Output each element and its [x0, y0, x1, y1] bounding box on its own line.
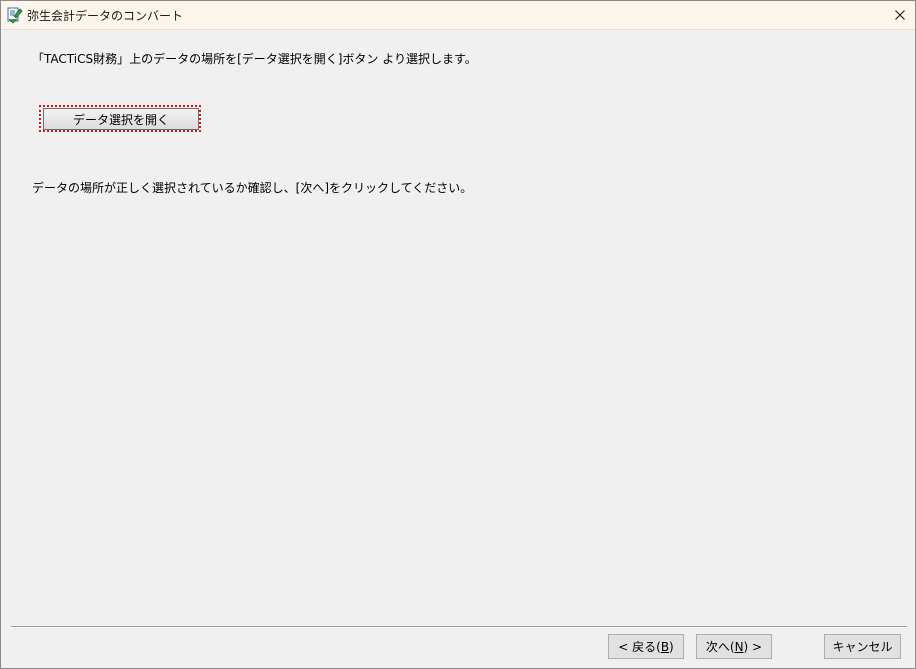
dialog-window: 弥生会計データのコンバート 「TACTiCS財務」上のデータの場所を[データ選択…: [0, 0, 916, 669]
footer-separator: [11, 626, 907, 628]
next-label-suffix: ) >: [743, 639, 763, 654]
next-access-key: N: [734, 639, 744, 654]
back-button[interactable]: < 戻る(B): [608, 634, 684, 659]
next-label: 次へ(: [705, 640, 735, 654]
window-title: 弥生会計データのコンバート: [27, 9, 184, 23]
back-label-suffix: ): [669, 639, 674, 654]
cancel-button[interactable]: キャンセル: [824, 634, 901, 659]
back-label: < 戻る(: [618, 640, 661, 654]
close-icon: [895, 10, 905, 20]
open-data-selection-button[interactable]: データ選択を開く: [43, 108, 199, 130]
instruction-confirm-next: データの場所が正しく選択されているか確認し、[次へ]をクリックしてください。: [32, 181, 473, 195]
back-access-key: B: [660, 639, 670, 654]
close-button[interactable]: [885, 1, 915, 29]
yayoi-app-icon: [7, 6, 23, 24]
title-bar: 弥生会計データのコンバート: [1, 1, 915, 30]
next-button[interactable]: 次へ(N) >: [696, 634, 772, 659]
instruction-select-data: 「TACTiCS財務」上のデータの場所を[データ選択を開く]ボタン より選択しま…: [32, 52, 477, 66]
